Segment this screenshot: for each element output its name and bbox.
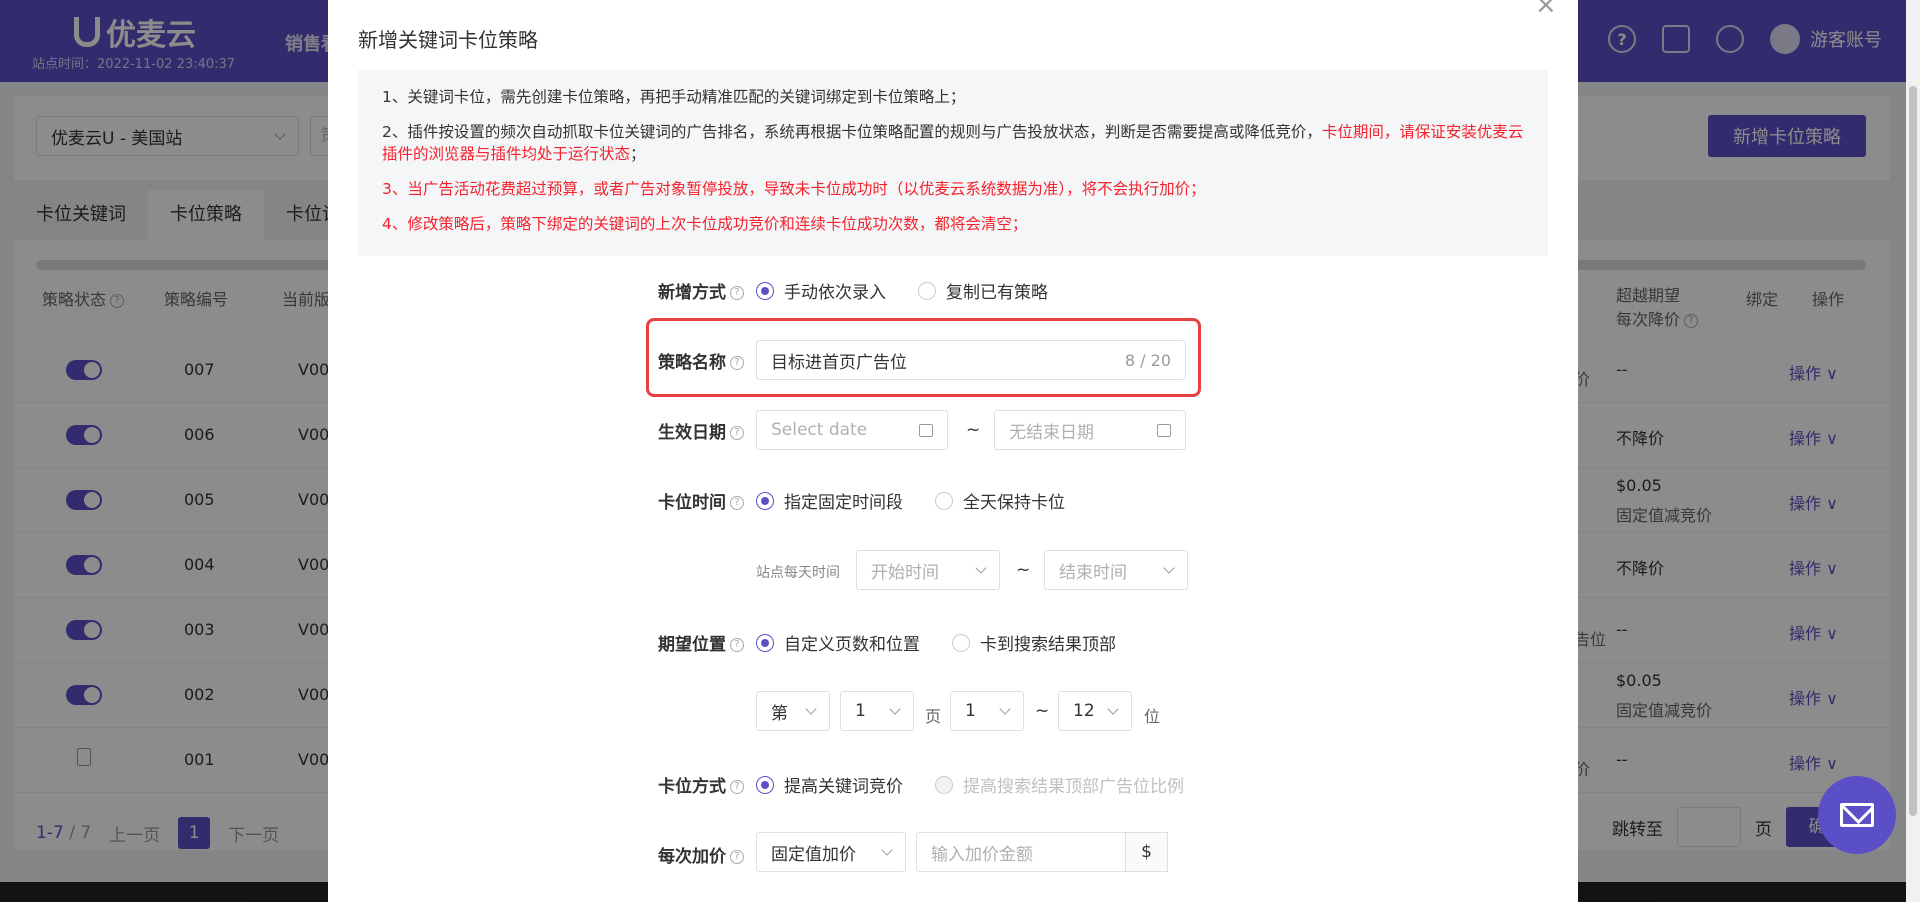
calendar-icon — [919, 423, 933, 437]
close-icon[interactable]: × — [1535, 0, 1557, 18]
position-label: 期望位置? — [658, 630, 744, 655]
notice-line-2: 2、插件按设置的频次自动抓取卡位关键词的广告排名，系统再根据卡位策略配置的规则与… — [382, 123, 1524, 163]
strategy-name-input[interactable]: 目标进首页广告位 8 / 20 — [756, 340, 1186, 380]
chevron-down-icon — [889, 703, 901, 715]
time-label: 卡位时间? — [658, 488, 744, 513]
increase-type-select[interactable]: 固定值加价 — [756, 832, 906, 872]
notice-panel: 1、关键词卡位，需先创建卡位策略，再把手动精准匹配的关键词绑定到卡位策略上； 2… — [358, 70, 1548, 256]
mode-label: 新增方式? — [658, 278, 744, 303]
time-radio-group: 指定固定时间段 全天保持卡位 — [756, 488, 1087, 513]
increase-amount-input[interactable]: 输入加价金额 — [916, 832, 1126, 872]
notice-line-3: 3、当广告活动花费超过预算，或者广告对象暂停投放，导致未卡位成功时（以优麦云系统… — [382, 180, 1206, 198]
daily-time-label: 站点每天时间 — [756, 565, 840, 581]
end-date-input[interactable]: 无结束日期 — [994, 410, 1186, 450]
position-from-select[interactable]: 1 — [950, 691, 1024, 731]
help-icon: ? — [730, 638, 744, 652]
chevron-down-icon — [999, 703, 1011, 715]
calendar-icon — [1157, 423, 1171, 437]
mode-copy-radio[interactable]: 复制已有策略 — [918, 278, 1048, 303]
method-top-ratio-radio[interactable]: 提高搜索结果顶部广告位比例 — [935, 772, 1184, 797]
chevron-down-icon — [1163, 562, 1175, 574]
chevron-down-icon — [805, 703, 817, 715]
position-to-select[interactable]: 12 — [1058, 691, 1132, 731]
end-time-select[interactable]: 结束时间 — [1044, 550, 1188, 590]
help-icon: ? — [730, 426, 744, 440]
method-raise-bid-radio[interactable]: 提高关键词竞价 — [756, 772, 903, 797]
page-scrollbar[interactable] — [1906, 0, 1920, 902]
notice-line-1: 1、关键词卡位，需先创建卡位策略，再把手动精准匹配的关键词绑定到卡位策略上； — [382, 88, 966, 106]
modal-title: 新增关键词卡位策略 — [358, 28, 538, 52]
notice-line-4: 4、修改策略后，策略下绑定的关键词的上次卡位成功竞价和连续卡位成功次数，都将会清… — [382, 215, 1028, 233]
char-count: 8 / 20 — [1124, 350, 1171, 370]
position-radio-group: 自定义页数和位置 卡到搜索结果顶部 — [756, 630, 1138, 655]
help-icon: ? — [730, 286, 744, 300]
help-icon: ? — [730, 356, 744, 370]
envelope-icon — [1840, 803, 1874, 827]
message-fab-button[interactable] — [1818, 776, 1896, 854]
help-icon: ? — [730, 780, 744, 794]
add-strategy-modal: × 新增关键词卡位策略 1、关键词卡位，需先创建卡位策略，再把手动精准匹配的关键… — [328, 0, 1578, 902]
time-fixed-radio[interactable]: 指定固定时间段 — [756, 488, 903, 513]
position-top-radio[interactable]: 卡到搜索结果顶部 — [952, 630, 1116, 655]
name-label: 策略名称? — [658, 348, 744, 373]
start-date-input[interactable]: Select date — [756, 410, 948, 450]
date-label: 生效日期? — [658, 418, 744, 443]
time-allday-radio[interactable]: 全天保持卡位 — [935, 488, 1065, 513]
chevron-down-icon — [975, 562, 987, 574]
page-select[interactable]: 1 — [840, 691, 914, 731]
chevron-down-icon — [881, 844, 893, 856]
chevron-down-icon — [1107, 703, 1119, 715]
method-label: 卡位方式? — [658, 772, 744, 797]
mode-radio-group: 手动依次录入 复制已有策略 — [756, 278, 1070, 303]
increase-label: 每次加价? — [658, 842, 744, 867]
help-icon: ? — [730, 496, 744, 510]
mode-manual-radio[interactable]: 手动依次录入 — [756, 278, 886, 303]
position-prefix-select[interactable]: 第 — [756, 691, 830, 731]
start-time-select[interactable]: 开始时间 — [856, 550, 1000, 590]
currency-suffix: $ — [1126, 832, 1168, 872]
method-radio-group: 提高关键词竞价 提高搜索结果顶部广告位比例 — [756, 772, 1206, 797]
help-icon: ? — [730, 850, 744, 864]
position-custom-radio[interactable]: 自定义页数和位置 — [756, 630, 920, 655]
